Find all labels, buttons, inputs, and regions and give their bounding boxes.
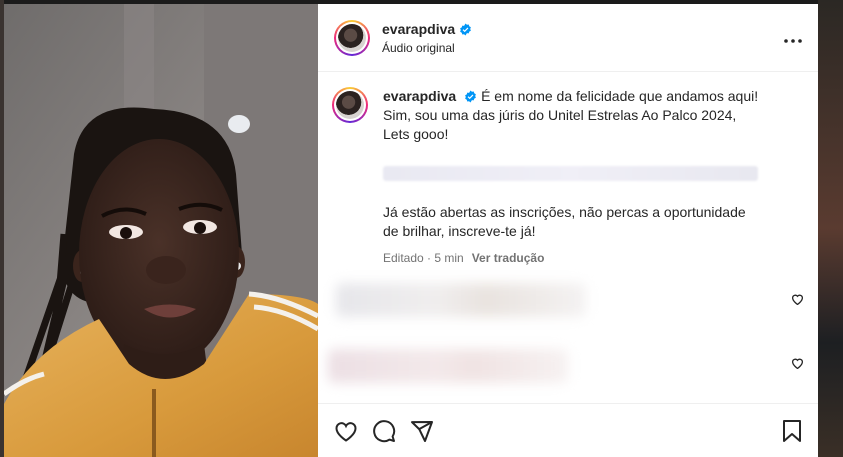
action-bar [318, 403, 818, 457]
comment-button[interactable] [372, 419, 396, 443]
see-translation-link[interactable]: Ver tradução [472, 251, 545, 265]
reel-video[interactable] [4, 4, 318, 457]
post-details: evarapdiva Áudio original evarapdiva É e… [318, 4, 818, 457]
caption-meta: Editado · 5 min Ver tradução [383, 249, 763, 268]
share-button[interactable] [410, 419, 434, 443]
caption-avatar[interactable] [332, 87, 368, 123]
caption-username[interactable]: evarapdiva [383, 88, 456, 104]
more-icon [784, 39, 802, 43]
comment-icon [373, 419, 396, 442]
comment-item [318, 281, 818, 321]
heart-icon [791, 294, 804, 306]
backdrop-right [818, 0, 843, 457]
heart-icon [791, 358, 804, 370]
caption-text-2: Já estão abertas as inscrições, não perc… [383, 204, 746, 239]
heart-icon [335, 421, 357, 442]
like-button[interactable] [334, 420, 358, 442]
share-icon [411, 420, 433, 442]
bookmark-icon [783, 419, 801, 442]
comment-like-button[interactable] [791, 292, 804, 310]
verified-icon [460, 23, 472, 36]
audio-label[interactable]: Áudio original [382, 41, 472, 55]
blurred-comment [328, 349, 568, 383]
comments-section[interactable]: evarapdiva É em nome da felicidade que a… [318, 73, 818, 403]
post-header: evarapdiva Áudio original [318, 4, 818, 72]
header-username-text[interactable]: evarapdiva [382, 21, 455, 38]
more-options-button[interactable] [784, 30, 802, 48]
avatar[interactable] [334, 19, 370, 56]
edited-label: Editado · 5 min [383, 251, 464, 265]
post-modal: evarapdiva Áudio original evarapdiva É e… [4, 4, 818, 457]
blurred-content [383, 166, 758, 181]
comment-like-button[interactable] [791, 356, 804, 374]
comment-item [318, 345, 818, 385]
header-username[interactable]: evarapdiva [382, 21, 472, 38]
blurred-comment [336, 283, 586, 317]
save-button[interactable] [782, 419, 802, 443]
verified-icon [465, 90, 476, 103]
post-caption: evarapdiva É em nome da felicidade que a… [318, 73, 818, 268]
